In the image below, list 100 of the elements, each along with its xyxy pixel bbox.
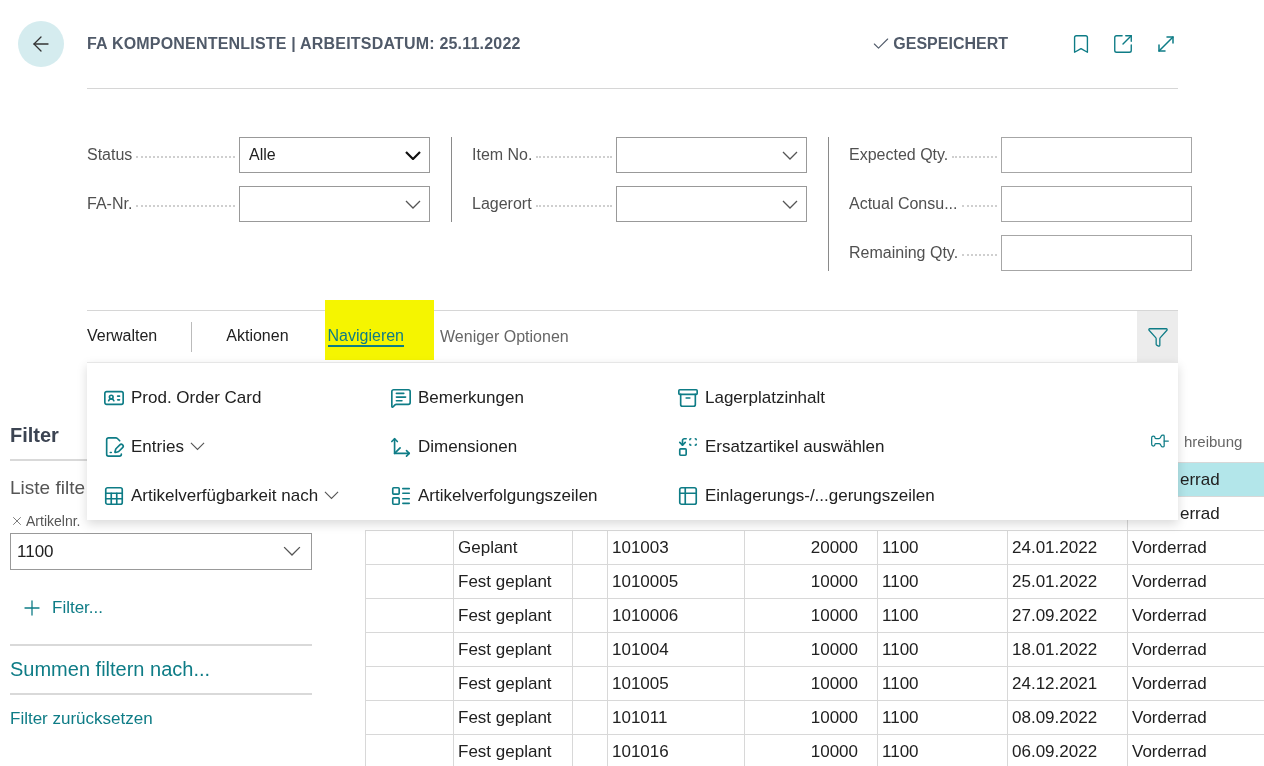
- menu-item[interactable]: Dimensionen: [390, 422, 518, 471]
- table-cell: 10000: [810, 571, 858, 592]
- table-cell: 27.09.2022: [1012, 605, 1098, 626]
- table-cell: Fest geplant: [458, 707, 552, 728]
- chevron-down-icon: [782, 150, 798, 160]
- dropdown-field[interactable]: Alle: [239, 137, 430, 173]
- add-filter-button[interactable]: Filter...: [10, 596, 103, 620]
- table-cell: 24.01.2022: [1012, 537, 1098, 558]
- action-tab[interactable]: Verwalten: [87, 326, 158, 347]
- filter-title: Filter: [10, 423, 59, 448]
- table-cell: 1100: [882, 537, 919, 558]
- menu-item[interactable]: Prod. Order Card: [103, 373, 262, 422]
- table-cell: 06.09.2022: [1012, 741, 1098, 762]
- axes-icon: [390, 435, 412, 458]
- dropdown-field[interactable]: [616, 137, 807, 173]
- table-cell: 101003: [612, 537, 669, 558]
- table-cell: Fest geplant: [458, 605, 552, 626]
- open-new-window-icon[interactable]: [1112, 33, 1134, 55]
- remove-filter-icon[interactable]: [10, 514, 24, 528]
- table-cell: 10000: [810, 605, 858, 626]
- menu-item[interactable]: Entries: [103, 422, 205, 471]
- table-cell: 101004: [612, 639, 669, 660]
- table-cell: 18.01.2022: [1012, 639, 1098, 660]
- dropdown-field[interactable]: [616, 186, 807, 222]
- table-cell: 1100: [882, 741, 919, 762]
- table-cell: 10000: [810, 639, 858, 660]
- table-cell: Fest geplant: [458, 673, 552, 694]
- chevron-down-icon: [405, 150, 421, 160]
- field-label: Actual Consu...: [849, 195, 958, 213]
- table-cell: 08.09.2022: [1012, 707, 1098, 728]
- table-cell: 24.12.2021: [1012, 673, 1098, 694]
- dropdown-field[interactable]: [239, 186, 430, 222]
- table-cell: Geplant: [458, 537, 518, 558]
- table-row[interactable]: Fest geplant 101004 10000 1100 18.01.2022 Vorderrad: [365, 632, 1264, 666]
- table-cell: 1010006: [612, 605, 679, 626]
- menu-item[interactable]: Einlagerungs-/...gerungszeilen: [677, 471, 935, 520]
- table-cell: Fest geplant: [458, 571, 552, 592]
- action-tab[interactable]: Navigieren: [324, 299, 434, 360]
- table-cell: Vorderrad: [1132, 741, 1207, 762]
- table-cell: 101005: [612, 673, 669, 694]
- table-cell: 1100: [882, 639, 919, 660]
- table-row[interactable]: Fest geplant 101016 10000 1100 06.09.2022 Vorderrad: [365, 734, 1264, 766]
- list-icon: [390, 484, 412, 507]
- totals-filter-link[interactable]: Summen filtern nach...: [10, 658, 312, 681]
- less-options-link[interactable]: Weniger Optionen: [440, 327, 569, 346]
- saved-status: GESPEICHERT: [893, 35, 1008, 53]
- table-cell: 10000: [810, 741, 858, 762]
- field-label: Remaining Qty.: [849, 244, 959, 262]
- menu-item[interactable]: Bemerkungen: [390, 373, 524, 422]
- action-tab[interactable]: Aktionen: [226, 326, 289, 347]
- filter-label: Artikelnr.: [26, 513, 81, 529]
- table-cell: Vorderrad: [1132, 673, 1207, 694]
- table-cell: Vorderrad: [1132, 605, 1207, 626]
- list-filter-heading: Liste filte: [10, 477, 85, 499]
- table-cell: 1100: [882, 673, 919, 694]
- funnel-icon: [1146, 325, 1169, 348]
- reset-filter-link[interactable]: Filter zurücksetzen: [10, 709, 312, 729]
- field-label: Item No.: [472, 146, 533, 164]
- chevron-down-icon: [782, 199, 798, 209]
- table-cell: Vorderrad: [1132, 639, 1207, 660]
- page-title: FA KOMPONENTENLISTE | ARBEITSDATUM: 25.11.2022: [87, 35, 522, 53]
- filter-button[interactable]: [1137, 310, 1178, 363]
- table-cell: 101011: [612, 707, 668, 728]
- menu-item[interactable]: Artikelverfügbarkeit nach: [103, 471, 340, 520]
- table-cell: 25.01.2022: [1012, 571, 1098, 592]
- table-cell: Fest geplant: [458, 741, 552, 762]
- table-cell: 20000: [810, 537, 858, 558]
- table-row[interactable]: Fest geplant 101011 10000 1100 08.09.2022 Vorderrad: [365, 700, 1264, 734]
- menu-item[interactable]: Lagerplatzinhalt: [677, 373, 826, 422]
- field-label: FA-Nr.: [87, 195, 133, 213]
- input-field[interactable]: [1001, 137, 1192, 173]
- table-cell: 101016: [612, 741, 669, 762]
- input-field[interactable]: [1001, 186, 1192, 222]
- table-row[interactable]: Fest geplant 101005 10000 1100 24.12.2021 Vorderrad: [365, 666, 1264, 700]
- table-cell: errad: [1180, 469, 1220, 490]
- filter-dropdown[interactable]: 1100: [10, 533, 312, 570]
- field-label: Status: [87, 146, 133, 164]
- table-icon: [677, 484, 699, 507]
- archive-icon: [677, 386, 699, 409]
- input-field[interactable]: [1001, 235, 1192, 271]
- back-button[interactable]: [18, 21, 64, 67]
- table-cell: Vorderrad: [1132, 571, 1207, 592]
- grid-icon: [103, 484, 125, 507]
- table-row[interactable]: Geplant 101003 20000 1100 24.01.2022 Vorderrad: [365, 530, 1264, 564]
- table-cell: 10000: [810, 673, 858, 694]
- menu-item[interactable]: Artikelverfolgungszeilen: [390, 471, 598, 520]
- chevron-down-icon: [189, 442, 205, 451]
- column-header[interactable]: hreibung: [1184, 432, 1243, 450]
- table-cell: errad: [1180, 503, 1220, 524]
- table-cell: 1100: [882, 571, 919, 592]
- table-row[interactable]: Fest geplant 1010006 10000 1100 27.09.2022 Vorderrad: [365, 598, 1264, 632]
- swap-icon: [677, 435, 699, 458]
- table-cell: Fest geplant: [458, 639, 552, 660]
- table-cell: 1100: [882, 605, 919, 626]
- field-label: Expected Qty.: [849, 146, 949, 164]
- table-cell: Vorderrad: [1132, 537, 1207, 558]
- table-row[interactable]: Fest geplant 1010005 10000 1100 25.01.2022 Vorderrad: [365, 564, 1264, 598]
- menu-item[interactable]: Ersatzartikel auswählen: [677, 422, 885, 471]
- table-cell: Vorderrad: [1132, 707, 1207, 728]
- chevron-down-icon: [405, 199, 421, 209]
